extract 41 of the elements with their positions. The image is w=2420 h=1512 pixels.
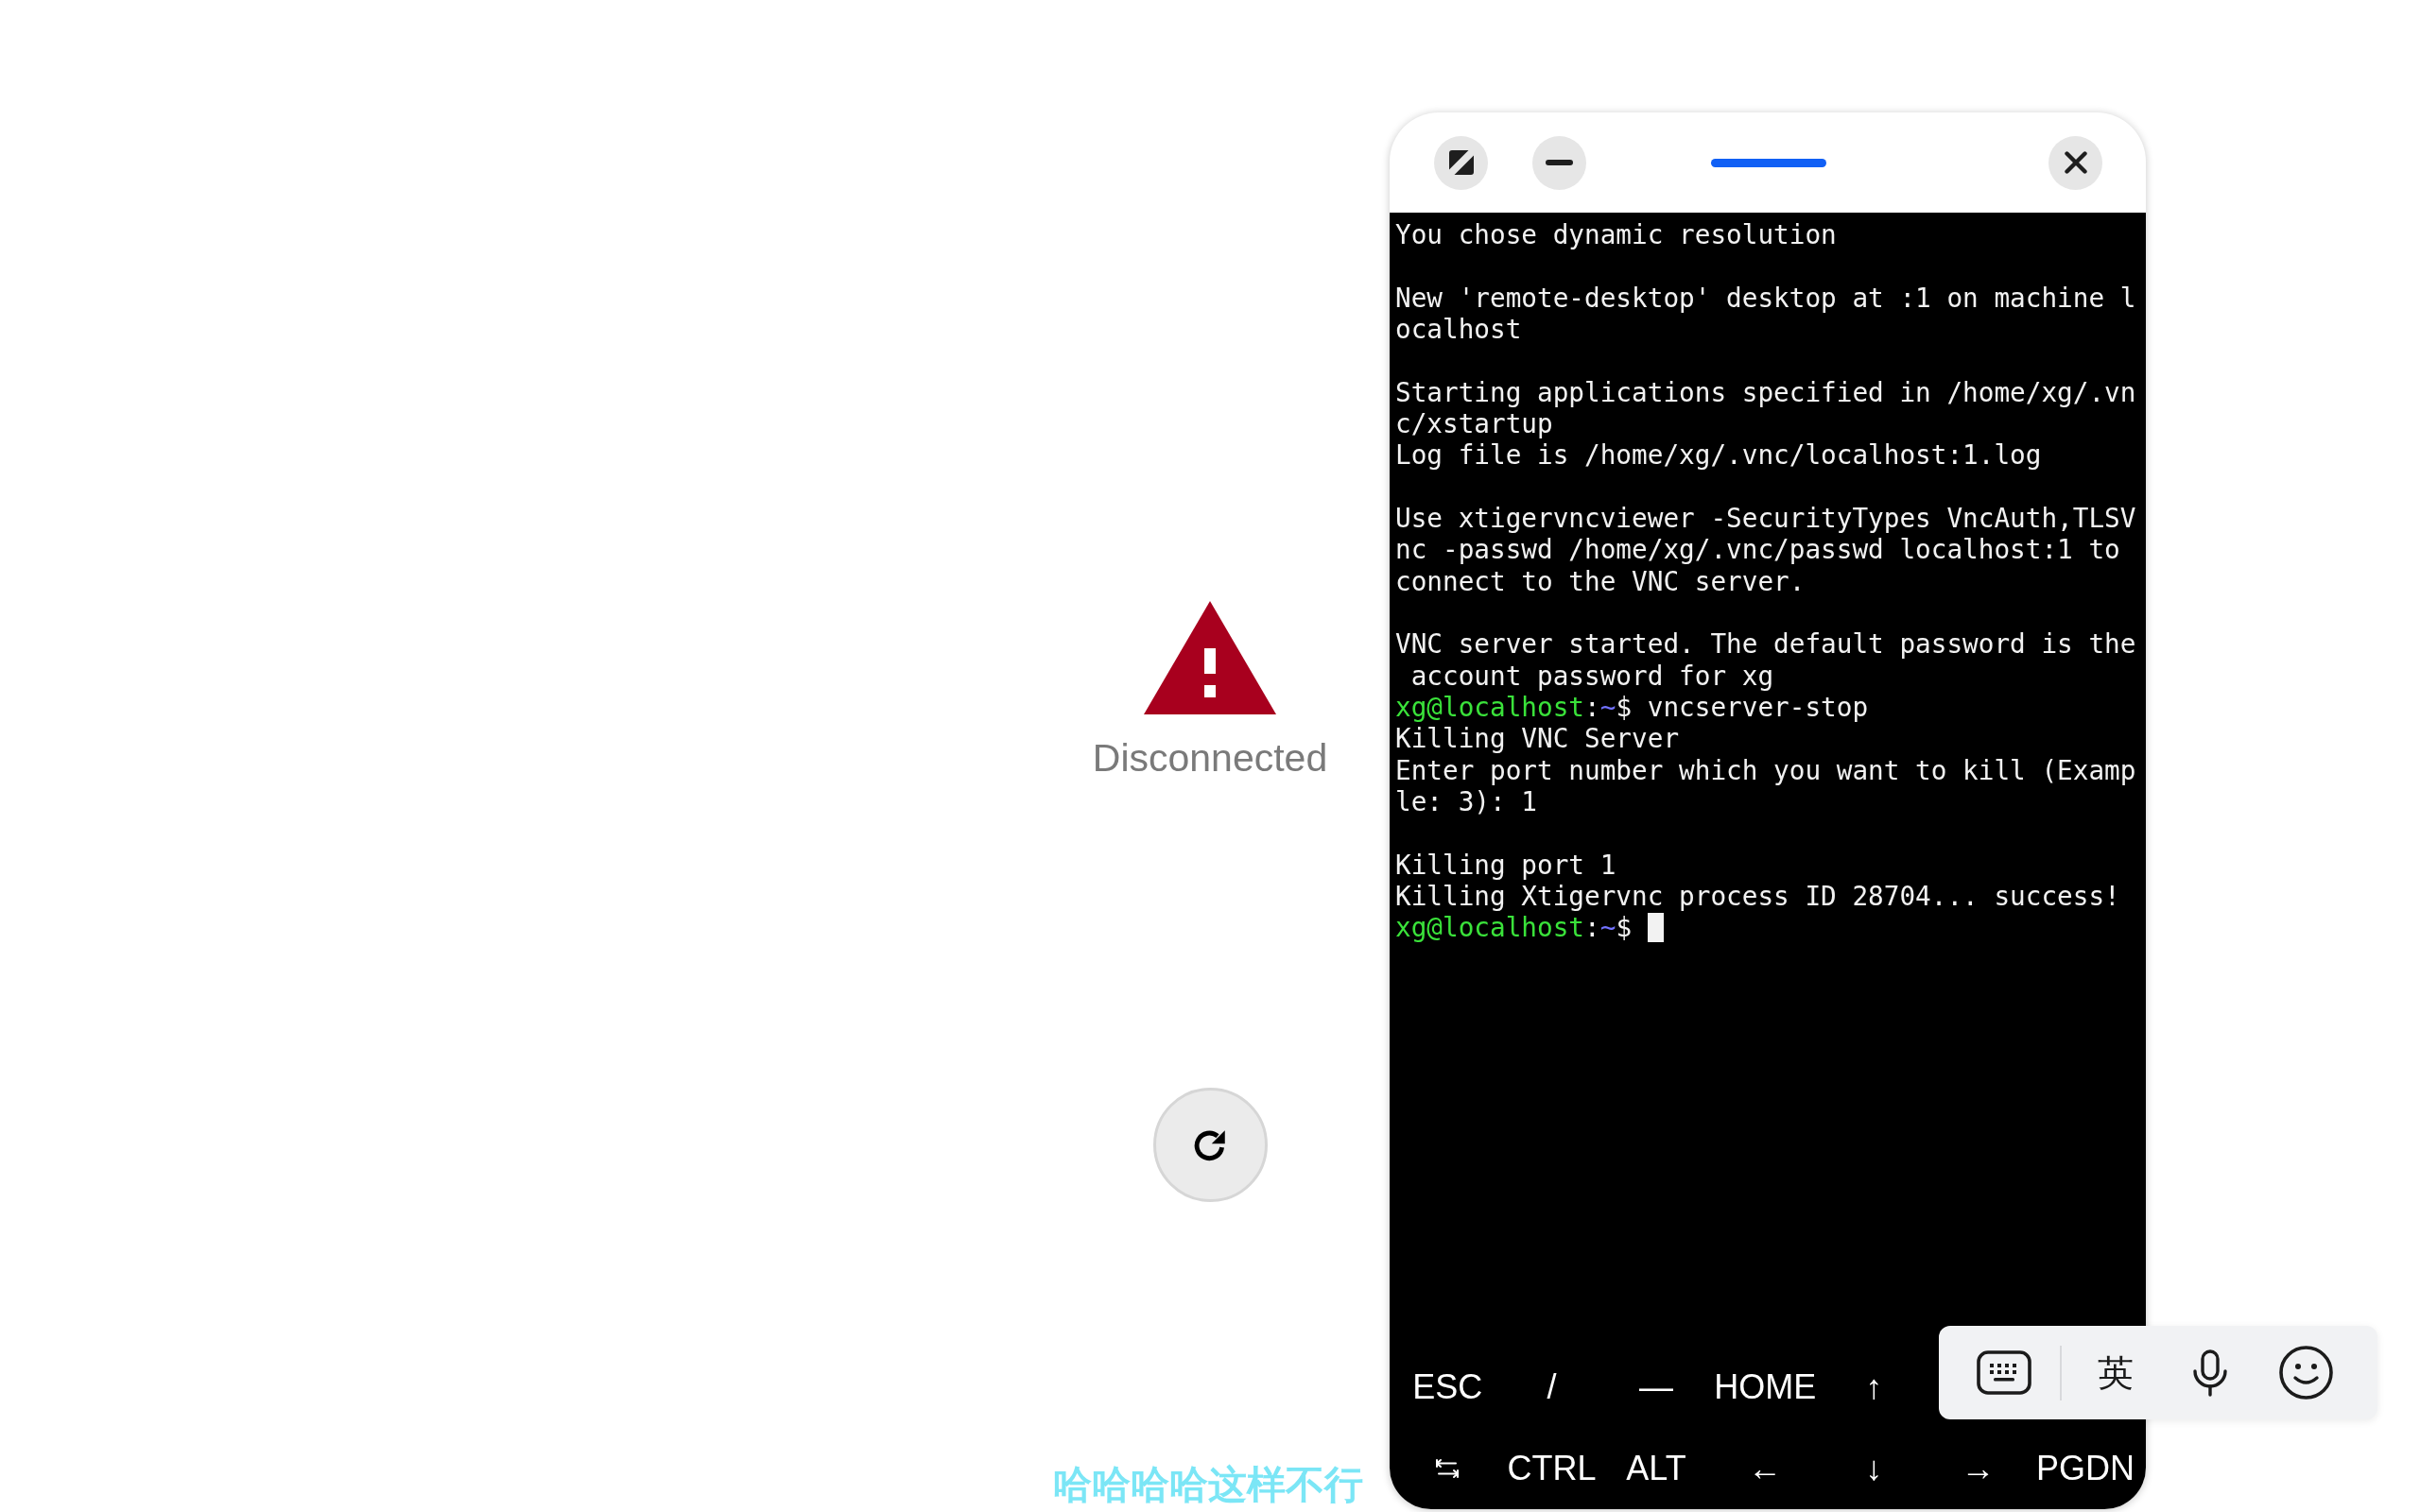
extra-key[interactable]: ALT — [1620, 1445, 1692, 1492]
extra-key[interactable]: ↑ — [1859, 1364, 1889, 1411]
warning-icon — [1144, 601, 1276, 714]
terminal-line: Starting applications specified in /home/xg/.vn — [1395, 376, 2136, 408]
terminal-line: Killing VNC Server — [1395, 723, 1680, 755]
language-toggle[interactable]: 英 — [2098, 1351, 2134, 1394]
microphone-icon[interactable] — [2192, 1349, 2228, 1397]
extra-key[interactable]: CTRL — [1501, 1445, 1602, 1492]
terminal-line: c/xstartup — [1395, 407, 1553, 440]
terminal-line: Log file is /home/xg/.vnc/localhost:1.log — [1395, 439, 2042, 472]
prompt-line: xg@localhost:~$ vncserver-stop — [1395, 691, 1869, 724]
extra-key[interactable]: ↓ — [1859, 1445, 1889, 1492]
extra-key[interactable]: ESC — [1407, 1364, 1489, 1411]
extra-key[interactable]: HOME — [1708, 1364, 1823, 1411]
extra-key[interactable]: — — [1634, 1364, 1679, 1411]
tab-icon — [1435, 1458, 1461, 1479]
caption-text: 哈哈哈哈这样不行 — [1053, 1462, 1363, 1507]
smiley-icon[interactable] — [2279, 1346, 2333, 1400]
terminal-line: ocalhost — [1395, 314, 1522, 346]
terminal-line: Enter port number which you want to kill (Examp — [1395, 754, 2136, 786]
minus-icon — [1546, 160, 1573, 165]
close-icon — [2064, 151, 2087, 174]
terminal-line: connect to the VNC server. — [1395, 565, 1806, 597]
terminal-line: Killing port 1 — [1395, 849, 1616, 881]
terminal-line: Killing Xtigervnc process ID 28704... success! — [1395, 880, 2120, 913]
prompt-line: xg@localhost:~$ — [1395, 912, 1634, 944]
terminal-line: New 'remote-desktop' desktop at :1 on machine l — [1395, 282, 2136, 314]
status-text: Disconnected — [1092, 735, 1328, 781]
terminal-line: le: 3): 1 — [1395, 785, 1538, 818]
extra-key[interactable]: / — [1541, 1364, 1563, 1411]
extra-key[interactable]: ← — [1742, 1445, 1789, 1492]
terminal-line: You chose dynamic resolution — [1395, 219, 1837, 251]
drag-handle[interactable] — [1710, 158, 1826, 167]
terminal-line: Use xtigervncviewer -SecurityTypes VncAuth,TLSV — [1395, 502, 2136, 535]
extra-key[interactable]: → — [1955, 1445, 2001, 1492]
terminal-line: nc -passwd /home/xg/.vnc/passwd localhost:1 to — [1395, 534, 2120, 566]
split-square-icon — [1448, 150, 1474, 175]
keyboard-icon[interactable] — [1977, 1350, 2031, 1395]
extra-key[interactable]: PGDN — [2030, 1445, 2140, 1492]
terminal-line: account password for xg — [1409, 660, 1774, 692]
terminal-line: VNC server started. The default password is the — [1395, 628, 2136, 661]
